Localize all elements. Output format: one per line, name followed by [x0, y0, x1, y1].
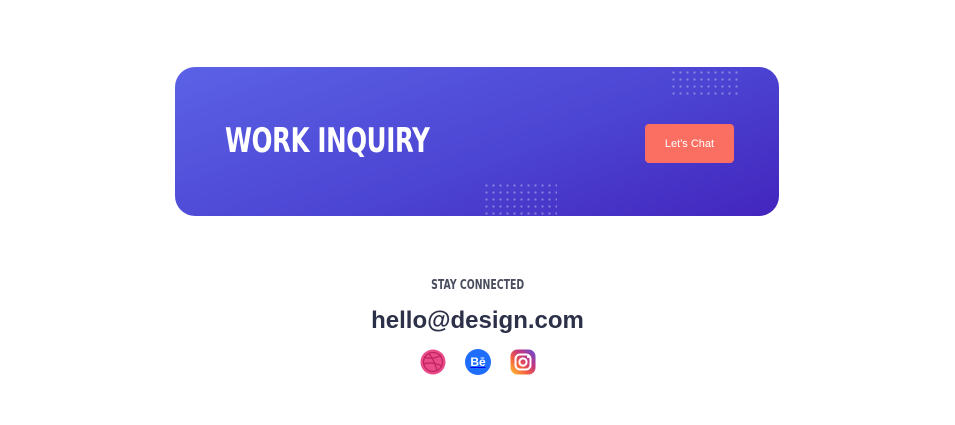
behance-link[interactable]: Bē — [465, 349, 491, 375]
dot-pattern-decoration — [483, 182, 557, 216]
lets-chat-button[interactable]: Let's Chat — [645, 124, 734, 163]
instagram-link[interactable] — [510, 349, 536, 375]
dot-pattern-decoration — [670, 69, 742, 97]
social-links: Bē — [420, 349, 536, 375]
page: WORK INQUIRY Let's Chat STAY CONNECTED h… — [0, 0, 955, 425]
work-inquiry-banner: WORK INQUIRY Let's Chat — [175, 67, 779, 216]
instagram-icon — [510, 349, 536, 375]
behance-icon: Bē — [465, 349, 491, 375]
banner-title: WORK INQUIRY — [225, 121, 430, 161]
dribbble-link[interactable] — [420, 349, 446, 375]
stay-connected-section: STAY CONNECTED hello@design.com — [0, 276, 955, 335]
dribbble-icon — [420, 349, 446, 375]
stay-connected-label: STAY CONNECTED — [430, 278, 525, 293]
email-link[interactable]: hello@design.com — [0, 307, 955, 335]
